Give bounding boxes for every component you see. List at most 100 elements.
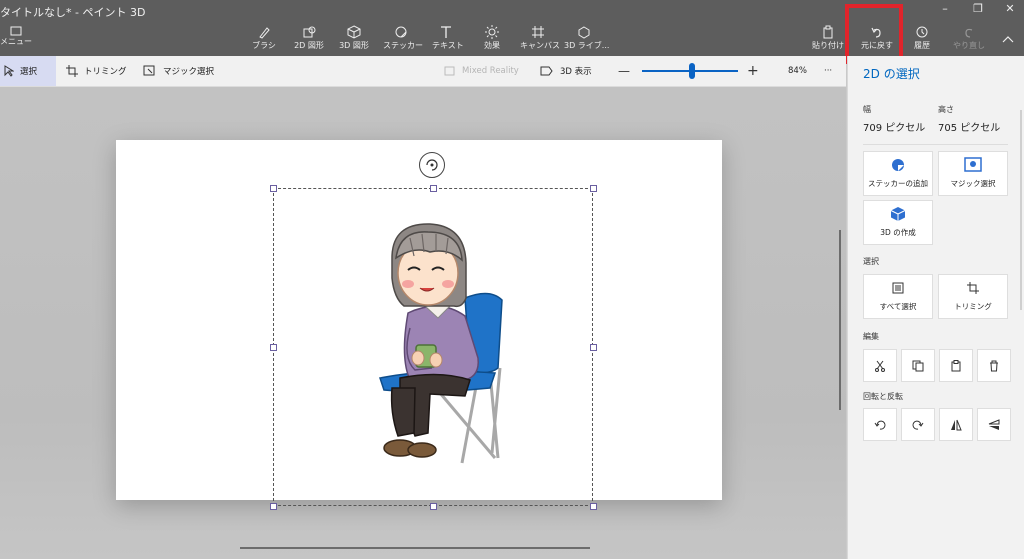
more-options-button[interactable]: ···	[824, 56, 832, 86]
sticker-icon	[395, 26, 407, 38]
3d-library-label: 3D ライブ...	[564, 41, 610, 50]
select-label: 選択	[20, 67, 38, 77]
select-all-button[interactable]: すべて選択	[863, 274, 933, 319]
resize-handle-bottom-right[interactable]	[590, 503, 597, 510]
edit-section-label: 編集	[863, 332, 879, 341]
make-3d-label: 3D の作成	[880, 228, 916, 237]
divider	[863, 144, 1008, 145]
resize-handle-bottom[interactable]	[430, 503, 437, 510]
redo-label: やり直し	[953, 41, 985, 50]
cube-icon	[890, 207, 906, 221]
properties-panel: 2D の選択 幅 709 ピクセル 高さ 705 ピクセル ステッカーの追加 マ…	[847, 56, 1024, 559]
rotate-icon	[426, 159, 438, 171]
canvas-tool[interactable]: キャンバス	[520, 24, 560, 54]
sticker-add-icon	[892, 159, 904, 171]
3d-library-tool[interactable]: 3D ライブ...	[564, 24, 610, 54]
collapse-button[interactable]	[1000, 24, 1016, 54]
text-tool[interactable]: テキスト	[432, 24, 464, 54]
paste-panel-icon	[951, 359, 961, 371]
selection-frame[interactable]	[273, 188, 593, 506]
trim-tool[interactable]: トリミング	[66, 56, 127, 86]
minimize-button[interactable]: –	[930, 2, 960, 18]
undo-highlight-box	[845, 4, 903, 64]
cut-button[interactable]	[863, 349, 897, 382]
2d-shapes-label: 2D 図形	[294, 41, 324, 50]
vertical-scrollbar[interactable]	[839, 230, 841, 410]
menu-button[interactable]: メニュー	[0, 24, 32, 54]
menu-icon	[10, 26, 22, 36]
trim-panel-button[interactable]: トリミング	[938, 274, 1008, 319]
resize-handle-left[interactable]	[270, 344, 277, 351]
text-icon	[441, 26, 451, 38]
trim-label: トリミング	[84, 67, 127, 77]
mixed-reality-button[interactable]: Mixed Reality	[444, 56, 519, 86]
add-sticker-label: ステッカーの追加	[868, 179, 928, 188]
text-label: テキスト	[432, 41, 464, 50]
panel-title: 2D の選択	[863, 67, 920, 81]
trim-panel-label: トリミング	[954, 302, 992, 311]
mixed-reality-icon	[444, 66, 455, 76]
horizontal-scrollbar[interactable]	[240, 547, 590, 549]
paste-label: 貼り付け	[812, 41, 844, 50]
selection-toolbar: 選択 トリミング マジック選択 Mixed Reality 3D 表示 — + …	[0, 56, 846, 87]
cursor-icon	[4, 65, 14, 77]
flip-vertical-button[interactable]	[977, 408, 1011, 441]
crop-panel-icon	[967, 282, 979, 294]
height-value[interactable]: 705 ピクセル	[938, 119, 1000, 134]
resize-handle-right[interactable]	[590, 344, 597, 351]
zoom-percentage[interactable]: 84%	[788, 56, 807, 86]
zoom-in-button[interactable]: +	[747, 56, 759, 86]
selection-section-label: 選択	[863, 257, 879, 266]
magic-select-tool[interactable]: マジック選択	[143, 56, 214, 86]
brush-tool[interactable]: ブラシ	[250, 24, 278, 54]
zoom-out-button[interactable]: —	[618, 56, 630, 86]
paste-button[interactable]: 貼り付け	[812, 24, 844, 54]
3d-shapes-icon	[347, 25, 361, 39]
rotate-right-button[interactable]	[901, 408, 935, 441]
effects-tool[interactable]: 効果	[480, 24, 504, 54]
3d-shapes-label: 3D 図形	[339, 41, 369, 50]
resize-handle-top-left[interactable]	[270, 185, 277, 192]
rotate-left-button[interactable]	[863, 408, 897, 441]
3d-view-button[interactable]: 3D 表示	[540, 56, 592, 86]
resize-handle-top[interactable]	[430, 185, 437, 192]
rotate-section-label: 回転と反転	[863, 392, 903, 401]
copy-button[interactable]	[901, 349, 935, 382]
3d-library-icon	[578, 26, 590, 39]
select-tool[interactable]: 選択	[0, 56, 56, 86]
copy-icon	[912, 360, 924, 371]
magic-select-panel-button[interactable]: マジック選択	[938, 151, 1008, 196]
sticker-tool[interactable]: ステッカー	[383, 24, 423, 54]
panel-scrollbar[interactable]	[1020, 110, 1022, 310]
flip-horizontal-button[interactable]	[939, 408, 973, 441]
width-value[interactable]: 709 ピクセル	[863, 119, 925, 134]
cut-icon	[875, 360, 885, 372]
height-label: 高さ	[938, 105, 954, 114]
paste-panel-button[interactable]	[939, 349, 973, 382]
2d-shapes-tool[interactable]: 2D 図形	[292, 24, 326, 54]
restore-button[interactable]: ❐	[963, 2, 993, 18]
delete-button[interactable]	[977, 349, 1011, 382]
zoom-slider-thumb[interactable]	[688, 63, 695, 79]
mixed-reality-label: Mixed Reality	[462, 66, 519, 76]
canvas-icon	[532, 26, 544, 38]
3d-shapes-tool[interactable]: 3D 図形	[337, 24, 371, 54]
effects-icon	[485, 25, 499, 39]
magic-select-label: マジック選択	[163, 67, 215, 77]
resize-handle-top-right[interactable]	[590, 185, 597, 192]
select-all-icon	[892, 282, 904, 294]
redo-button[interactable]: やり直し	[950, 24, 988, 54]
history-button[interactable]: 履歴	[908, 24, 936, 54]
history-icon	[916, 26, 928, 38]
zoom-slider[interactable]	[642, 63, 738, 79]
rotate-handle[interactable]	[419, 152, 445, 178]
chevron-up-icon	[1002, 36, 1014, 43]
resize-handle-bottom-left[interactable]	[270, 503, 277, 510]
make-3d-button[interactable]: 3D の作成	[863, 200, 933, 245]
2d-shapes-icon	[303, 26, 316, 38]
close-button[interactable]: ✕	[995, 2, 1024, 18]
3d-view-icon	[540, 66, 553, 76]
add-sticker-button[interactable]: ステッカーの追加	[863, 151, 933, 196]
flip-horizontal-icon	[951, 419, 962, 430]
3d-view-label: 3D 表示	[560, 67, 592, 77]
